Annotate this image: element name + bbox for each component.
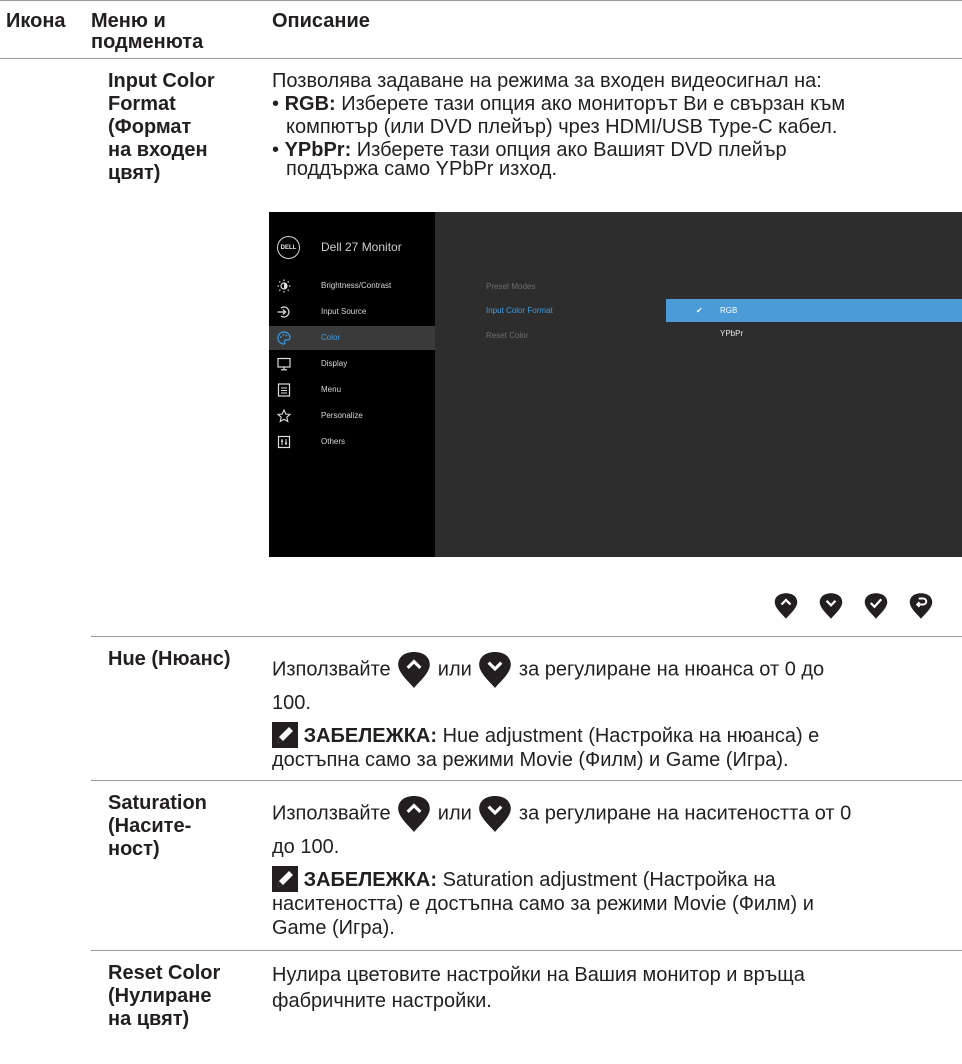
- hue-description: Използвайте или за регулиране на нюанса …: [272, 651, 962, 772]
- menu-input-color-format: Input Color Format (Формат на входен цвя…: [108, 70, 215, 184]
- up-arrow-icon: [396, 795, 432, 833]
- display-icon: [277, 357, 291, 371]
- menu-hue: Hue (Нюанс): [108, 648, 231, 670]
- brightness-icon: [277, 279, 291, 293]
- osd-item-personalize[interactable]: Personalize: [269, 404, 435, 428]
- back-button-icon: [909, 592, 933, 620]
- osd-item-color[interactable]: Color: [269, 326, 435, 350]
- osd-model-name: Dell 27 Monitor: [321, 240, 402, 254]
- menu-saturation: Saturation (Насите- ност): [108, 792, 207, 860]
- checkmark-icon: ✔: [696, 306, 703, 315]
- menu-reset-color: Reset Color (Нулиране на цвят): [108, 962, 221, 1030]
- osd-option-ypbpr[interactable]: YPbPr: [666, 322, 962, 345]
- osd-item-input-source[interactable]: Input Source: [269, 300, 435, 324]
- down-arrow-icon: [477, 651, 513, 689]
- up-button-icon: [774, 592, 798, 620]
- table-top-rule: [0, 0, 962, 1]
- up-arrow-icon: [396, 651, 432, 689]
- menu-icon: [277, 383, 291, 397]
- saturation-description: Използвайте или за регулиране на наситен…: [272, 795, 962, 940]
- osd-option-rgb[interactable]: ✔ RGB: [666, 299, 962, 322]
- osd-item-brightness[interactable]: Brightness/Contrast: [269, 274, 435, 298]
- osd-item-others[interactable]: Others: [269, 430, 435, 454]
- osd-item-menu[interactable]: Menu: [269, 378, 435, 402]
- reset-color-description: Нулира цветовите настройки на Вашия мони…: [272, 964, 805, 1012]
- intro-text: Позволява задаване на режима за входен в…: [272, 70, 822, 92]
- osd-item-display[interactable]: Display: [269, 352, 435, 376]
- row-rule-1: [91, 636, 962, 637]
- check-button-icon: [864, 592, 888, 620]
- others-icon: [277, 435, 291, 449]
- note-pencil-icon: [272, 722, 298, 748]
- osd-screenshot: DELL Dell 27 Monitor Brightness/Contrast…: [269, 212, 962, 557]
- row-rule-3: [91, 950, 962, 951]
- down-arrow-icon: [477, 795, 513, 833]
- row-rule-2: [91, 780, 962, 781]
- color-palette-icon: [277, 331, 291, 345]
- down-button-icon: [819, 592, 843, 620]
- note-pencil-icon: [272, 866, 298, 892]
- input-color-format-description: Позволява задаване на режима за входен в…: [272, 70, 962, 181]
- input-source-icon: [277, 306, 290, 318]
- osd-submenu-reset-color[interactable]: Reset Color: [486, 330, 528, 342]
- star-icon: [277, 409, 291, 423]
- dell-logo: DELL: [277, 236, 300, 259]
- column-header-icon: Икона: [6, 10, 66, 32]
- osd-submenu-preset-modes[interactable]: Preset Modes: [486, 281, 535, 293]
- bullet-rgb: • RGB: Изберете тази опция ако мониторът…: [272, 93, 846, 115]
- header-rule: [0, 58, 962, 59]
- column-header-description: Описание: [272, 10, 370, 32]
- column-header-menu: Меню и подменюта: [91, 10, 204, 53]
- osd-submenu-input-color-format[interactable]: Input Color Format: [486, 305, 553, 317]
- osd-sidebar: DELL Dell 27 Monitor Brightness/Contrast…: [269, 212, 435, 557]
